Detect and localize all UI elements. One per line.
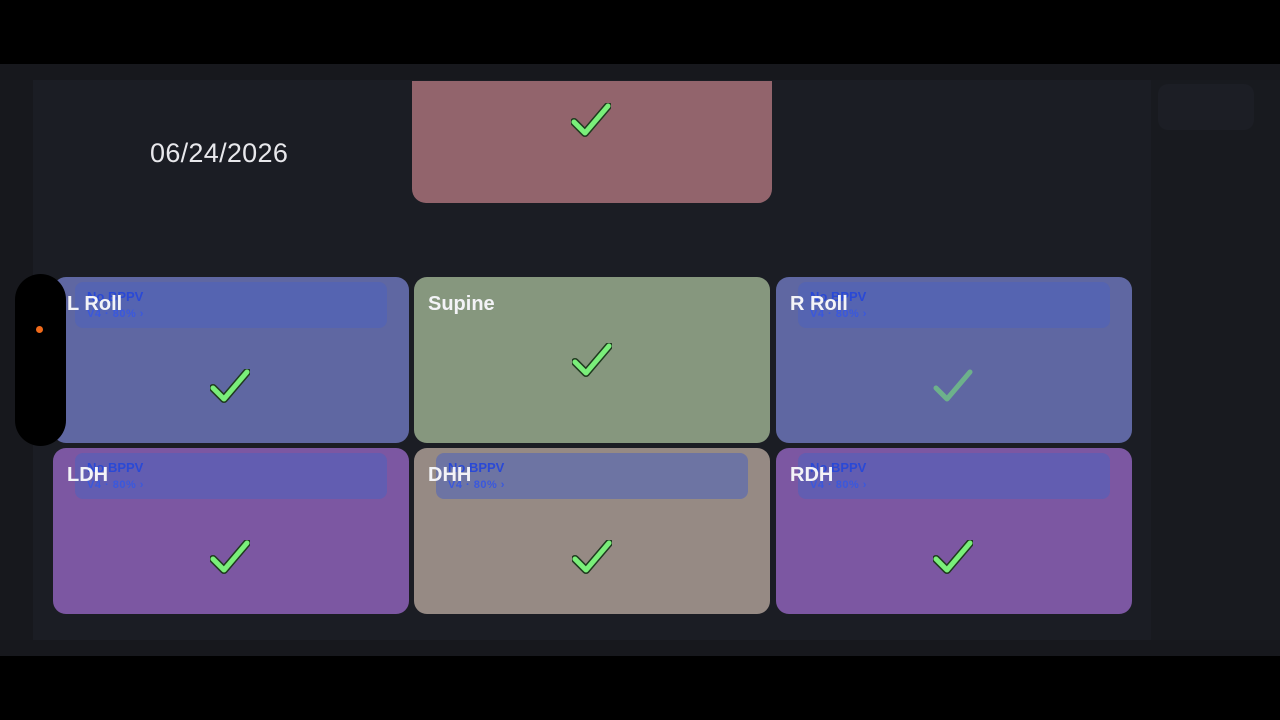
tile-label: LDH — [67, 464, 109, 486]
tile-label: DHH — [428, 464, 472, 486]
result-overlay[interactable]: No BPPV V4 · 80% › — [798, 453, 1110, 499]
tile-label: R Roll — [790, 293, 848, 315]
check-icon — [933, 540, 973, 574]
check-icon — [933, 369, 973, 402]
tile-ldh[interactable]: No BPPV V4 · 80% › LDH — [53, 448, 409, 614]
tile-label: Supine — [428, 293, 495, 315]
result-overlay[interactable]: No BPPV V4 · 80% › — [75, 453, 387, 499]
faded-button[interactable] — [1158, 84, 1254, 130]
check-icon — [210, 540, 250, 574]
tile-dhh[interactable]: No BPPV V4 · 80% › DHH — [414, 448, 770, 614]
tile-supine[interactable]: Supine — [414, 277, 770, 443]
session-date: 06/24/2026 — [150, 138, 289, 168]
tile-label: L Roll — [67, 293, 123, 315]
side-handle[interactable] — [15, 274, 66, 446]
tile-r-roll[interactable]: No BPPV V4 · 80% › R Roll — [776, 277, 1132, 443]
tile-l-roll[interactable]: No BPPV V4 · 80% › L Roll — [53, 277, 409, 443]
tile-rdh[interactable]: No BPPV V4 · 80% › RDH — [776, 448, 1132, 614]
check-icon — [571, 103, 611, 137]
right-sidebar — [1151, 80, 1280, 640]
tile-label: RDH — [790, 464, 834, 486]
top-position-tile[interactable] — [412, 81, 772, 203]
check-icon — [210, 369, 250, 403]
check-icon — [572, 540, 612, 574]
check-icon — [572, 343, 612, 377]
result-overlay[interactable]: No BPPV V4 · 80% › — [436, 453, 748, 499]
recording-indicator-icon — [36, 326, 43, 333]
